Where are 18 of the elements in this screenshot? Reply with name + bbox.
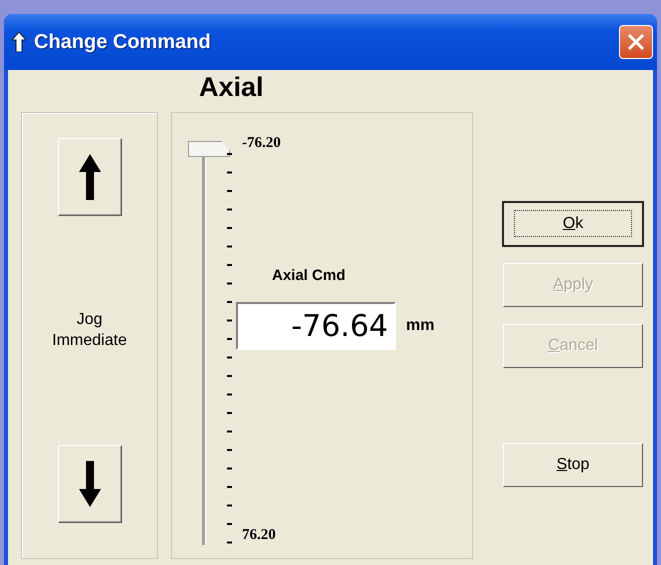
window-title: Change Command [34, 30, 212, 54]
jog-up-button[interactable] [58, 138, 122, 216]
jog-label: Jog Immediate [51, 310, 128, 350]
unit-label: mm [406, 317, 434, 335]
up-arrow-icon [12, 32, 26, 52]
up-arrow-icon [78, 154, 100, 200]
down-arrow-icon [78, 461, 100, 507]
command-label: Axial Cmd [272, 267, 346, 284]
dialog-button[interactable]: Ok [503, 202, 643, 246]
close-button[interactable] [619, 25, 653, 59]
slider-max-label: 76.20 [242, 527, 277, 544]
dialog-button[interactable]: Stop [503, 443, 643, 487]
slider-min-label: -76.20 [242, 135, 282, 152]
command-field[interactable]: -76.64 [236, 302, 396, 350]
axis-heading: Axial [198, 71, 265, 104]
close-icon [627, 33, 645, 51]
slider-thumb[interactable] [188, 141, 230, 157]
jog-down-button[interactable] [58, 445, 122, 523]
